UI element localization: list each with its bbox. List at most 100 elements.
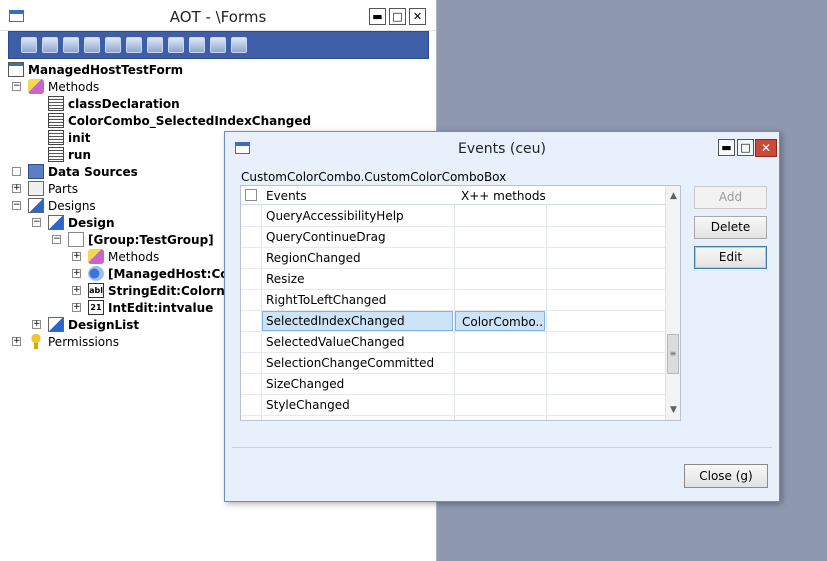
table-row[interactable]: SelectedValueChanged [241,332,665,353]
collapse-icon[interactable]: − [12,201,21,210]
table-row[interactable]: RegionChanged [241,248,665,269]
tree-node-label: IntEdit:intvalue [108,300,214,315]
event-name: Resize [266,272,305,286]
table-row[interactable]: SelectionChangeCommitted [241,353,665,374]
tree-node-data-sources[interactable]: Data Sources [28,163,138,180]
expand-icon[interactable] [12,167,21,176]
scroll-thumb[interactable]: ≡ [667,334,679,374]
tree-node-label: run [68,147,92,162]
xpp-method[interactable] [455,248,545,268]
expand-icon[interactable]: + [72,303,81,312]
design-icon [48,215,64,230]
group-icon [68,232,84,247]
edit-button[interactable]: Edit [694,246,767,269]
table-row[interactable]: Resize [241,269,665,290]
maximize-button[interactable]: □ [389,8,406,25]
expand-icon[interactable]: + [12,337,21,346]
tree-node-label: Methods [108,249,160,264]
expand-icon[interactable]: + [32,320,41,329]
table-row[interactable]: RightToLeftChanged [241,290,665,311]
tree-node-label: Designs [48,198,96,213]
add-button[interactable]: Add [694,186,767,209]
tree-node-run[interactable]: run [48,146,91,163]
tree-node-init[interactable]: init [48,129,91,146]
minimize-button[interactable]: ▬ [718,139,735,156]
key-icon [28,334,44,349]
xpp-method[interactable] [455,227,545,247]
xpp-method[interactable] [455,206,545,226]
events-dialog: Events (ceu) ▬ □ ✕ CustomColorCombo.Cust… [224,131,780,502]
tree-node-label: Design [68,215,115,230]
tree-node-root[interactable]: ManagedHostTestForm [8,61,183,78]
dialog-titlebar: Events (ceu) ▬ □ ✕ [225,132,779,162]
control-path: CustomColorCombo.CustomColorComboBox [241,170,507,184]
tree-node-design[interactable]: Design [48,214,115,231]
tree-node-label: init [68,130,91,145]
add-icon[interactable] [147,37,163,53]
column-header-methods[interactable]: X++ methods [461,189,546,203]
tree-node-label: ColorCombo_SelectedIndexChanged [68,113,312,128]
xpp-method[interactable] [455,374,545,394]
undo-icon[interactable] [189,37,205,53]
select-all-checkbox[interactable] [245,189,257,201]
tree-node-methods[interactable]: Methods [28,78,99,95]
close-button[interactable]: ✕ [755,139,777,157]
event-name: SelectedIndexChanged [266,314,405,328]
table-row[interactable]: QueryContinueDrag [241,227,665,248]
aot-titlebar: AOT - \Forms ▬ □ ✕ [0,0,436,31]
tree-node-design-list[interactable]: DesignList [48,316,139,333]
tree-node-parts[interactable]: Parts [28,180,78,197]
tree-node-label: Data Sources [48,164,138,179]
event-name: SelectedValueChanged [266,335,405,349]
tree-node-class-declaration[interactable]: classDeclaration [48,95,180,112]
import-icon[interactable] [84,37,100,53]
xpp-method[interactable] [455,290,545,310]
tree-node-color-combo-method[interactable]: ColorCombo_SelectedIndexChanged [48,112,311,129]
properties-icon[interactable] [42,37,58,53]
column-header-events[interactable]: Events [266,189,307,203]
xpp-method[interactable] [455,395,545,415]
int-edit-icon: 21 [88,300,104,315]
maximize-button[interactable]: □ [737,139,754,156]
tree-node-permissions[interactable]: Permissions [28,333,119,350]
table-row[interactable]: StyleChanged [241,395,665,416]
expand-icon[interactable]: + [72,269,81,278]
xpp-method[interactable] [455,353,545,373]
tree-node-group[interactable]: [Group:TestGroup] [68,231,214,248]
close-button[interactable]: ✕ [409,8,426,25]
save-icon[interactable] [105,37,121,53]
table-row-selected[interactable]: SelectedIndexChanged ColorCombo... [241,311,665,332]
xpp-method[interactable] [455,332,545,352]
scroll-up-icon[interactable]: ▲ [668,190,679,202]
collapse-icon[interactable]: − [32,218,41,227]
minimize-button[interactable]: ▬ [369,8,386,25]
event-name: QueryContinueDrag [266,230,386,244]
tree-node-group-methods[interactable]: Methods [88,248,159,265]
expand-icon[interactable]: + [12,184,21,193]
delete-button[interactable]: Delete [694,216,767,239]
xpp-method[interactable]: ColorCombo... [455,311,545,331]
close-dialog-button[interactable]: Close (g) [684,464,768,488]
tree-node-designs[interactable]: Designs [28,197,96,214]
tree-node-managed-host[interactable]: [ManagedHost:Color [88,265,247,282]
settings-icon[interactable] [231,37,247,53]
expand-icon[interactable]: + [72,252,81,261]
refresh-icon[interactable] [210,37,226,53]
expand-icon[interactable]: + [72,286,81,295]
methods-icon [28,79,44,94]
aot-toolbar [8,31,429,59]
collapse-icon[interactable]: − [52,235,61,244]
table-row[interactable]: QueryAccessibilityHelp [241,206,665,227]
scroll-down-icon[interactable]: ▼ [668,404,679,416]
vertical-scrollbar[interactable]: ▲ ≡ ▼ [665,186,680,420]
table-row[interactable]: SizeChanged [241,374,665,395]
collapse-icon[interactable]: − [12,82,21,91]
move-icon[interactable] [168,37,184,53]
open-icon[interactable] [21,37,37,53]
xpp-method[interactable] [455,269,545,289]
tree-node-int-edit[interactable]: 21 IntEdit:intvalue [88,299,213,316]
data-sources-icon [28,164,44,179]
new-icon[interactable] [126,37,142,53]
compile-icon[interactable] [63,37,79,53]
tree-node-label: Permissions [48,334,119,349]
